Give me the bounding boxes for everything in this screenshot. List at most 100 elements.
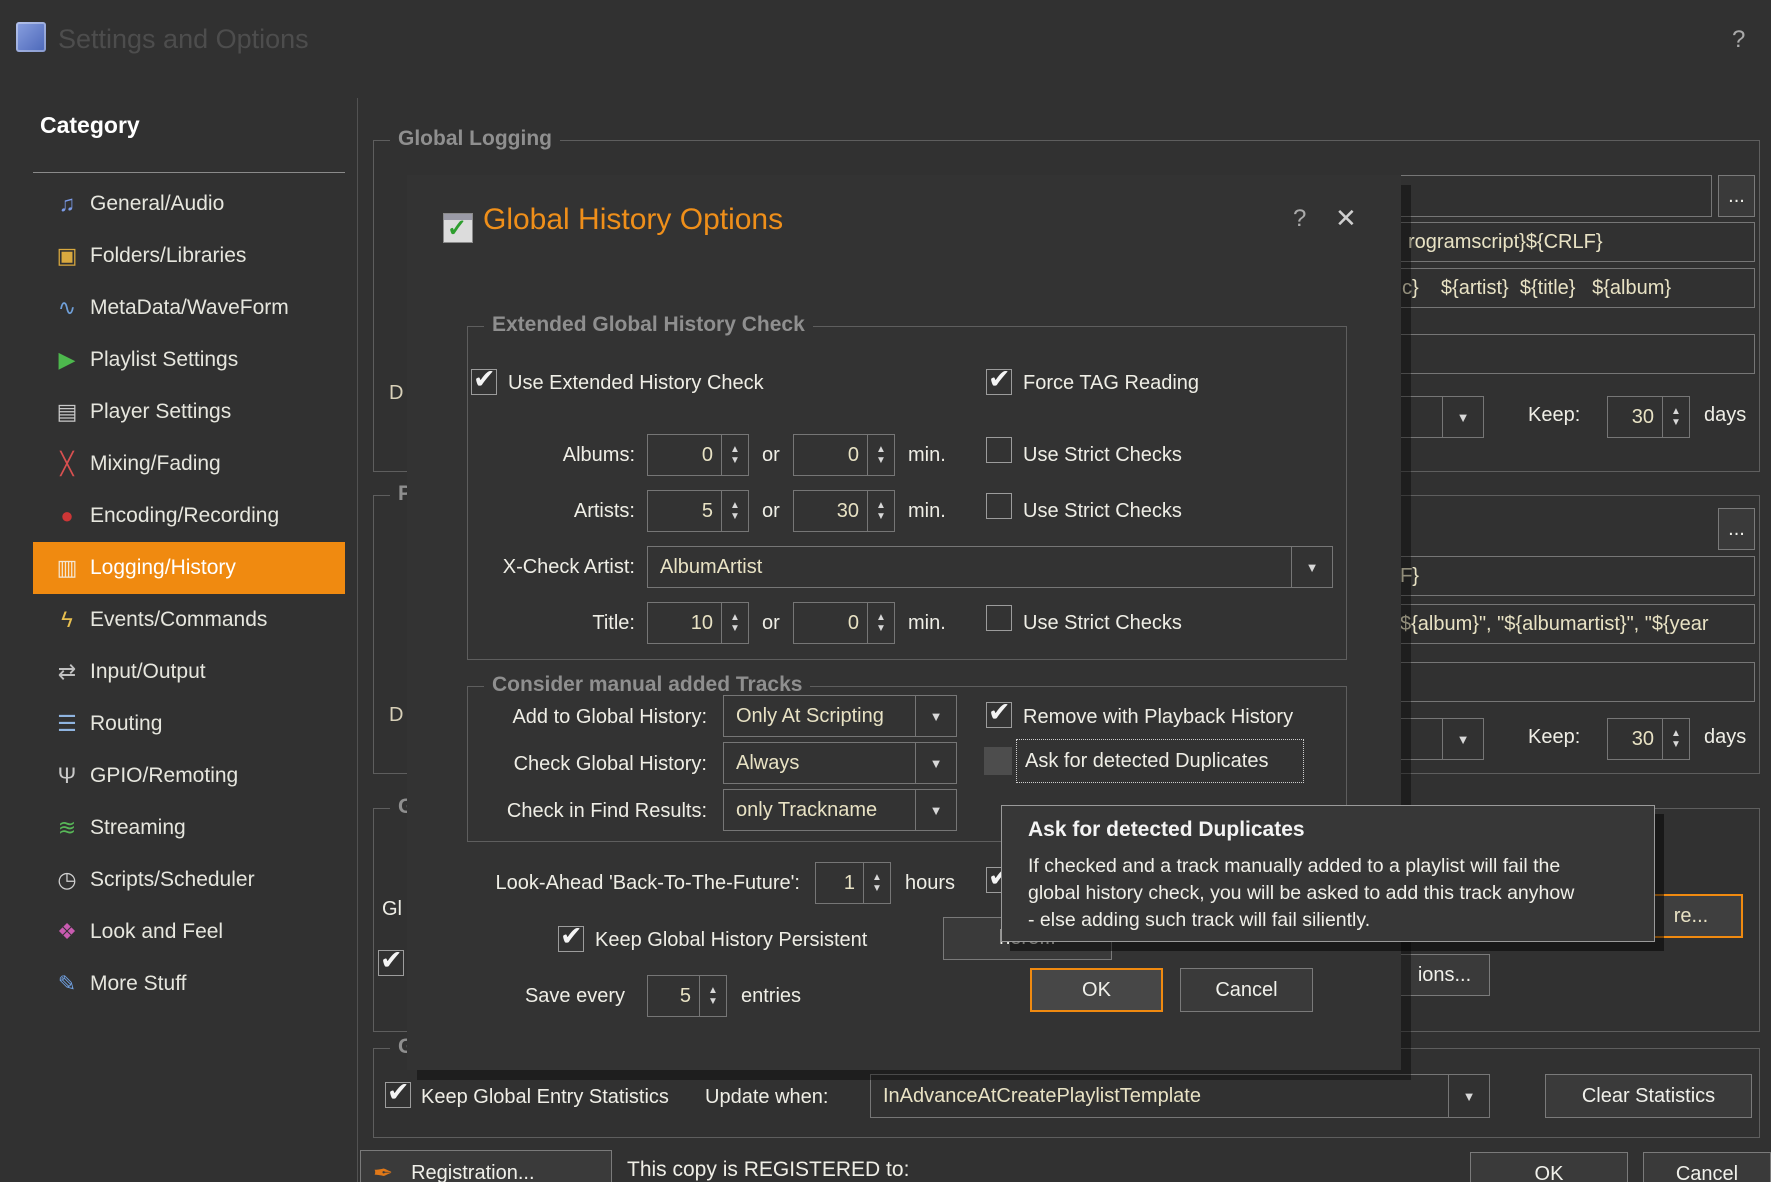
albums-min-spinner[interactable]: 0▲▼	[793, 434, 895, 476]
check-history-dropdown[interactable]: Always ▼	[723, 742, 957, 784]
spinner-arrows-icon[interactable]: ▲▼	[1662, 719, 1689, 759]
albums-count-spinner[interactable]: 0▲▼	[647, 434, 749, 476]
sidebar-item-more-stuff[interactable]: ✎ More Stuff	[33, 958, 345, 1010]
spinner-arrows-icon[interactable]: ▲▼	[863, 863, 890, 903]
dropdown-arrow-icon[interactable]: ▼	[915, 790, 956, 830]
dropdown-arrow-icon[interactable]: ▼	[1291, 547, 1332, 587]
clear-statistics-button[interactable]: Clear Statistics	[1545, 1074, 1752, 1118]
spinner-arrows-icon[interactable]: ▲▼	[721, 435, 748, 475]
sidebar-item-gpio-remoting[interactable]: Ψ GPIO/Remoting	[33, 750, 345, 802]
sidebar-item-label: Logging/History	[90, 556, 236, 580]
xcheck-dropdown[interactable]: AlbumArtist ▼	[647, 546, 1333, 588]
look-ahead-unit: hours	[905, 872, 955, 895]
look-ahead-spinner[interactable]: 1▲▼	[815, 862, 891, 904]
remove-playback-label: Remove with Playback History	[1023, 706, 1293, 729]
spinner-arrows-icon[interactable]: ▲▼	[867, 603, 894, 643]
title-min-label: min.	[908, 612, 946, 635]
sidebar-item-scripts-scheduler[interactable]: ◷ Scripts/Scheduler	[33, 854, 345, 906]
force-tag-checkbox[interactable]	[986, 369, 1012, 395]
gpio-remoting-icon: Ψ	[52, 763, 82, 789]
playlist-browse-button[interactable]: ...	[1718, 508, 1755, 550]
history-checkbox[interactable]	[378, 950, 404, 976]
find-results-label: Check in Find Results:	[467, 800, 707, 823]
sidebar-item-encoding-recording[interactable]: ● Encoding/Recording	[33, 490, 345, 542]
main-cancel-button[interactable]: Cancel	[1643, 1152, 1771, 1182]
window-help-icon[interactable]: ?	[1732, 26, 1745, 54]
ask-duplicates-label: Ask for detected Duplicates	[1025, 750, 1268, 773]
sidebar-item-player-settings[interactable]: ▤ Player Settings	[33, 386, 345, 438]
albums-strict-checkbox[interactable]	[986, 437, 1012, 463]
dialog-ok-button[interactable]: OK	[1030, 968, 1163, 1012]
sidebar-item-routing[interactable]: ☰ Routing	[33, 698, 345, 750]
add-history-dropdown[interactable]: Only At Scripting ▼	[723, 695, 957, 737]
logging-browse-button[interactable]: ...	[1718, 175, 1755, 217]
sidebar-item-label: Scripts/Scheduler	[90, 868, 255, 892]
routing-icon: ☰	[52, 711, 82, 737]
dropdown-arrow-icon[interactable]: ▼	[1448, 1075, 1489, 1117]
sidebar-item-events-commands[interactable]: ϟ Events/Commands	[33, 594, 345, 646]
use-extended-label: Use Extended History Check	[508, 372, 764, 395]
dropdown-arrow-icon[interactable]: ▼	[915, 743, 956, 783]
use-extended-checkbox[interactable]	[471, 369, 497, 395]
sidebar-item-input-output[interactable]: ⇄ Input/Output	[33, 646, 345, 698]
artists-count-spinner[interactable]: 5▲▼	[647, 490, 749, 532]
dialog-cancel-button[interactable]: Cancel	[1180, 968, 1313, 1012]
sidebar-item-folders-libraries[interactable]: ▣ Folders/Libraries	[33, 230, 345, 282]
albums-label: Albums:	[505, 444, 635, 467]
spinner-arrows-icon[interactable]: ▲▼	[699, 976, 726, 1016]
sidebar-item-mixing-fading[interactable]: ╳ Mixing/Fading	[33, 438, 345, 490]
title-strict-checkbox[interactable]	[986, 605, 1012, 631]
remove-playback-checkbox[interactable]	[986, 702, 1012, 728]
content-divider	[357, 98, 358, 1182]
save-every-spinner[interactable]: 5▲▼	[647, 975, 727, 1017]
find-results-dropdown[interactable]: only Trackname ▼	[723, 789, 957, 831]
dropdown-arrow-icon[interactable]: ▼	[1442, 397, 1483, 437]
sidebar-item-label: Events/Commands	[90, 608, 267, 632]
spinner-arrows-icon[interactable]: ▲▼	[867, 491, 894, 531]
title-min-spinner[interactable]: 0▲▼	[793, 602, 895, 644]
registration-button[interactable]: ✒ Registration...	[360, 1150, 612, 1182]
spinner-arrows-icon[interactable]: ▲▼	[867, 435, 894, 475]
keep-statistics-checkbox[interactable]	[385, 1082, 411, 1108]
title-count-spinner[interactable]: 10▲▼	[647, 602, 749, 644]
dropdown-arrow-icon[interactable]: ▼	[915, 696, 956, 736]
artists-strict-checkbox[interactable]	[986, 493, 1012, 519]
keep-days-spinner-2[interactable]: 30 ▲▼	[1607, 718, 1690, 760]
artists-min-spinner[interactable]: 30▲▼	[793, 490, 895, 532]
update-when-dropdown[interactable]: InAdvanceAtCreatePlaylistTemplate ▼	[870, 1074, 1490, 1118]
ask-duplicates-checkbox[interactable]	[984, 747, 1012, 775]
save-every-label: Save every	[503, 985, 625, 1008]
keep-unit-2: days	[1704, 726, 1746, 749]
keep-days-spinner-1[interactable]: 30 ▲▼	[1607, 396, 1690, 438]
sidebar-item-label: GPIO/Remoting	[90, 764, 238, 788]
scripts-scheduler-icon: ◷	[52, 867, 82, 893]
albums-strict-label: Use Strict Checks	[1023, 444, 1182, 467]
spinner-arrows-icon[interactable]: ▲▼	[721, 491, 748, 531]
title-row-label: Title:	[505, 612, 635, 635]
sidebar-item-general-audio[interactable]: ♫ General/Audio	[33, 178, 345, 230]
sidebar-item-logging-history[interactable]: ▥ Logging/History	[33, 542, 345, 594]
spinner-arrows-icon[interactable]: ▲▼	[721, 603, 748, 643]
persistent-checkbox[interactable]	[558, 926, 584, 952]
keep-label-1: Keep:	[1528, 404, 1580, 427]
sidebar-item-playlist-settings[interactable]: ▶ Playlist Settings	[33, 334, 345, 386]
persistent-label: Keep Global History Persistent	[595, 929, 867, 952]
sidebar-item-streaming[interactable]: ≋ Streaming	[33, 802, 345, 854]
player-settings-icon: ▤	[52, 399, 82, 425]
artists-label: Artists:	[505, 500, 635, 523]
sidebar-item-metadata-waveform[interactable]: ∿ MetaData/WaveForm	[33, 282, 345, 334]
dialog-help-icon[interactable]: ?	[1293, 205, 1306, 233]
ask-duplicates-focus[interactable]: Ask for detected Duplicates	[1016, 739, 1304, 783]
history-options-button[interactable]: ions...	[1399, 954, 1490, 996]
sidebar-item-label: General/Audio	[90, 192, 224, 216]
main-ok-button[interactable]: OK	[1470, 1152, 1628, 1182]
spinner-arrows-icon[interactable]: ▲▼	[1662, 397, 1689, 437]
logging-history-icon: ▥	[52, 555, 82, 581]
keep-unit-1: days	[1704, 404, 1746, 427]
sidebar-item-look-and-feel[interactable]: ❖ Look and Feel	[33, 906, 345, 958]
sidebar-item-label: Streaming	[90, 816, 186, 840]
artists-strict-label: Use Strict Checks	[1023, 500, 1182, 523]
dropdown-arrow-icon[interactable]: ▼	[1442, 719, 1483, 759]
dialog-close-icon[interactable]: ✕	[1335, 203, 1357, 234]
tooltip-line-2: global history check, you will be asked …	[1028, 882, 1574, 905]
